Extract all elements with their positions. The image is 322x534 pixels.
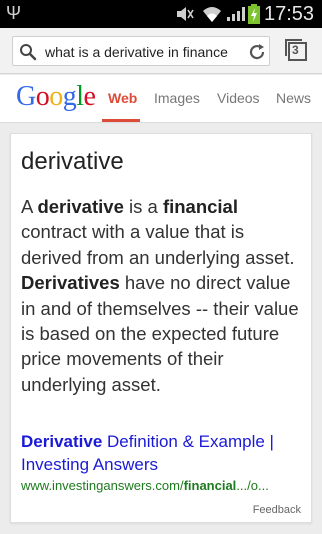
result-url-bold: financial [183,478,237,493]
tab-videos[interactable]: Videos [217,90,260,106]
reload-icon[interactable] [247,42,267,62]
status-bar: Ψ 17:53 [0,0,322,28]
google-logo[interactable]: Google [16,81,96,113]
definition-segment: contract with a value that is derived fr… [21,221,295,268]
wifi-icon [203,7,221,22]
definition-highlight: derivative [37,196,124,217]
tabs-button[interactable]: 3 [284,38,308,62]
definition-segment: A [21,196,38,217]
signal-icon [227,7,245,21]
browser-toolbar: what is a derivative in finance 3 [0,28,322,74]
result-url-prefix: www.investinganswers.com/ [21,478,184,493]
address-bar[interactable]: what is a derivative in finance [12,36,270,66]
tab-count: 3 [292,43,299,57]
tab-web[interactable]: Web [108,90,137,106]
mute-icon [177,7,194,21]
tab-news[interactable]: News [276,90,311,106]
address-bar-text: what is a derivative in finance [45,44,228,60]
tab-images[interactable]: Images [154,90,200,106]
definition-highlight: Derivatives [21,272,120,294]
active-tab-indicator [102,119,140,122]
feedback-link[interactable]: Feedback [253,504,301,516]
result-url-suffix: .../o... [236,478,269,493]
clock: 17:53 [264,3,315,25]
battery-charging-icon [248,4,260,24]
google-header: Google Web Images Videos News [0,75,322,123]
result-link[interactable]: Derivative Definition & Example | Invest… [21,430,306,476]
result-title-bold: Derivative [21,432,103,451]
definition-segment: is a [123,196,163,217]
answer-title: derivative [21,148,124,175]
search-icon [20,44,37,61]
answer-card: derivative A derivative is a financial c… [10,133,312,523]
definition-highlight: financial [162,196,238,217]
answer-definition: A derivative is a financial contract wit… [21,194,306,397]
usb-icon: Ψ [6,3,22,23]
result-url: www.investinganswers.com/financial.../o.… [21,478,269,493]
